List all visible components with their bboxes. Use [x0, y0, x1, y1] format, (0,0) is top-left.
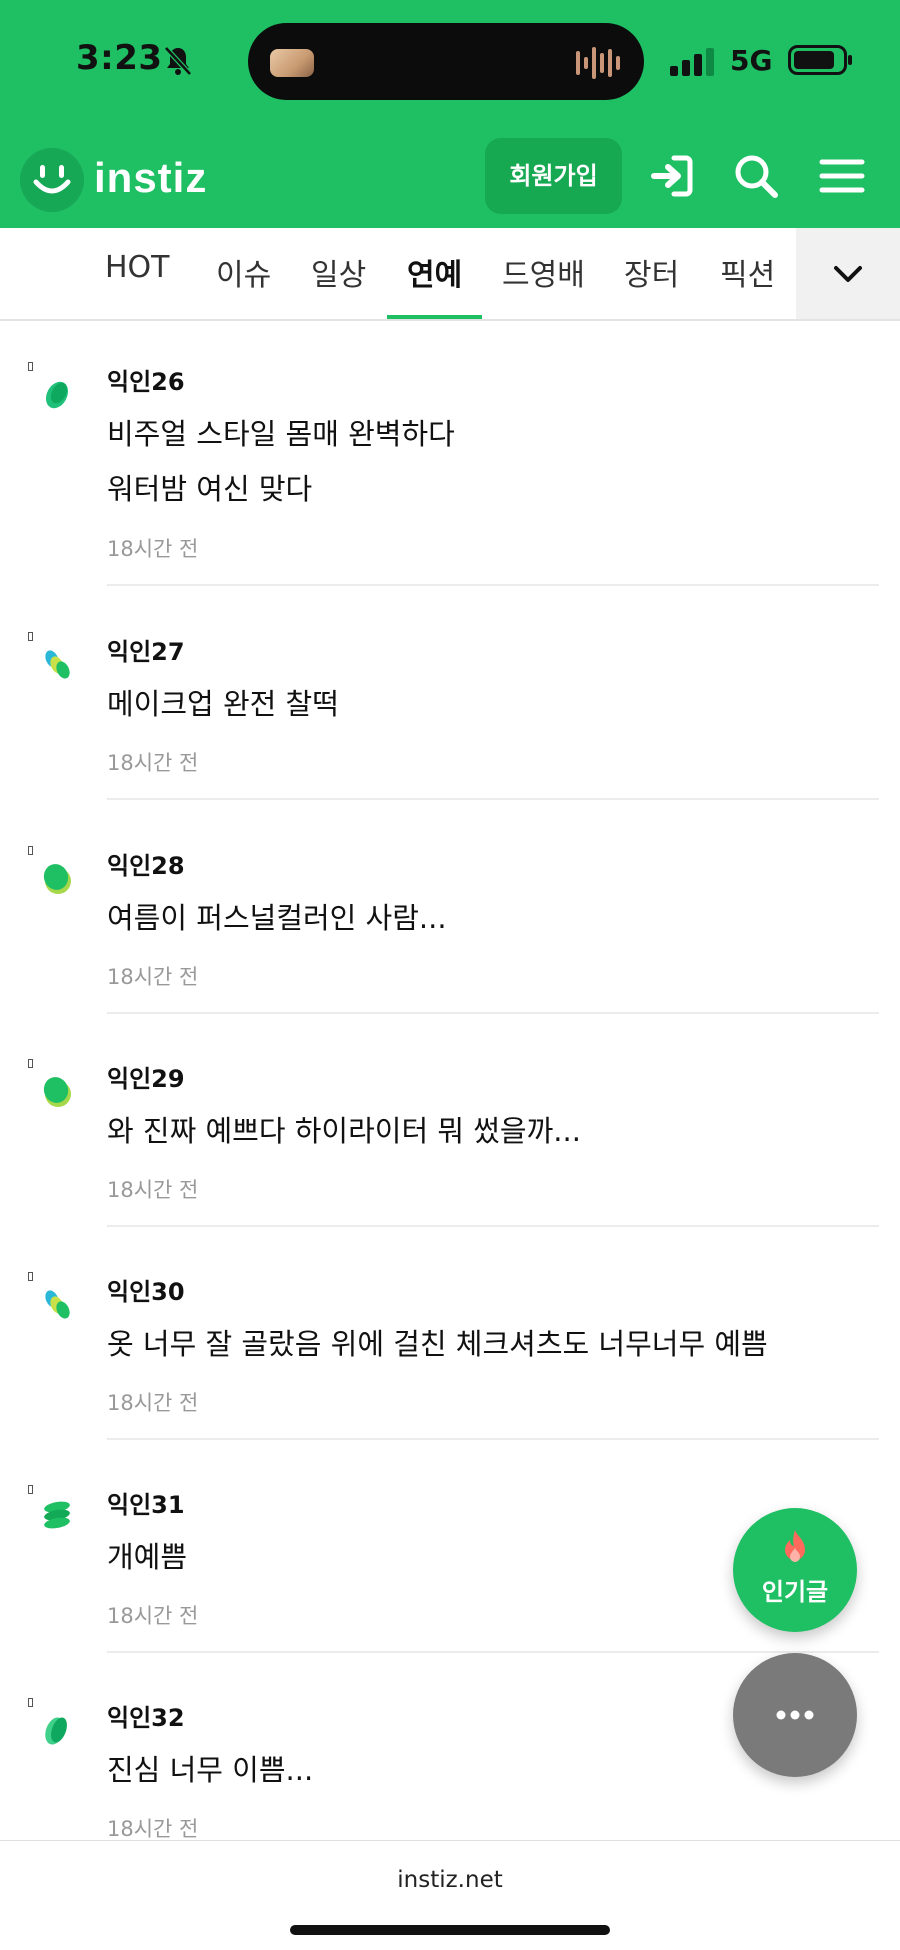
hot-posts-label: 인기글	[761, 1578, 829, 1606]
tab-more-button[interactable]	[796, 228, 900, 319]
comment-text: 여름이 퍼스널컬러인 사람...	[107, 901, 447, 935]
divider	[107, 1438, 879, 1440]
browser-footer: instiz.net	[0, 1840, 900, 1950]
tab-daily[interactable]: 일상	[311, 250, 366, 294]
join-button[interactable]: 회원가입	[485, 138, 622, 214]
tab-hot[interactable]: HOT	[105, 250, 170, 285]
new-marker	[28, 1485, 33, 1494]
comment-time: 18시간 전	[107, 537, 199, 561]
avatar-icon	[45, 650, 70, 679]
divider	[107, 798, 879, 800]
comment-author: 익인29	[107, 1065, 185, 1093]
status-time: 3:23	[76, 38, 163, 78]
active-tab-indicator	[387, 315, 482, 319]
comment-text: 메이크업 완전 찰떡	[107, 687, 339, 721]
new-marker	[28, 1059, 33, 1068]
more-dots-icon	[776, 1710, 814, 1720]
comment-text: 진심 너무 이쁨...	[107, 1753, 314, 1787]
comment-text: 비주얼 스타일 몸매 완벽하다	[107, 417, 455, 451]
comment-time: 18시간 전	[107, 751, 199, 775]
divider	[107, 584, 879, 586]
tab-drama-movie[interactable]: 드영배	[502, 250, 585, 294]
smile-logo-icon	[20, 148, 84, 212]
new-marker	[28, 362, 33, 371]
avatar-icon	[43, 1077, 71, 1107]
avatar-icon	[44, 1501, 70, 1529]
comment-author: 익인30	[107, 1278, 185, 1306]
divider	[107, 1651, 879, 1653]
comment-text: 개예쁨	[107, 1540, 188, 1574]
comment-author: 익인27	[107, 638, 185, 666]
comment-text: 옷 너무 잘 골랐음 위에 걸친 체크셔츠도 너무너무 예쁨	[107, 1327, 768, 1361]
chevron-down-icon	[834, 266, 862, 282]
media-thumbnail	[270, 49, 314, 77]
tab-entertainment[interactable]: 연예	[407, 250, 462, 294]
flame-icon	[785, 1530, 805, 1562]
dynamic-island	[248, 23, 644, 100]
site-domain[interactable]: instiz.net	[0, 1867, 900, 1893]
divider	[107, 1225, 879, 1227]
comment-time: 18시간 전	[107, 965, 199, 989]
avatar-icon	[45, 1717, 67, 1745]
audio-wave-icon	[576, 47, 620, 79]
bell-mute-icon	[164, 46, 192, 76]
comment-text: 와 진짜 예쁘다 하이라이터 뭐 썼을까...	[107, 1114, 581, 1148]
more-options-button[interactable]	[733, 1653, 857, 1777]
tab-issue[interactable]: 이슈	[216, 250, 271, 294]
tab-fiction[interactable]: 픽션	[720, 250, 775, 294]
category-tabs: HOT 이슈 일상 연예 드영배 장터 픽션	[0, 228, 900, 321]
divider	[107, 1012, 879, 1014]
comment-author: 익인28	[107, 852, 185, 880]
comment-text: 워터밤 여신 맞다	[107, 472, 313, 506]
login-icon[interactable]	[644, 148, 700, 204]
search-icon[interactable]	[728, 148, 784, 204]
comment-author: 익인32	[107, 1704, 185, 1732]
hot-posts-button[interactable]: 인기글	[733, 1508, 857, 1632]
top-header: 3:23 5G instiz 회원가입	[0, 0, 900, 228]
comment-time: 18시간 전	[107, 1391, 199, 1415]
comment-author: 익인26	[107, 368, 185, 396]
new-marker	[28, 1272, 33, 1281]
logo-text: instiz	[94, 154, 208, 201]
battery-icon	[788, 45, 852, 75]
comment-time: 18시간 전	[107, 1817, 199, 1841]
signal-icon	[670, 48, 714, 76]
menu-icon[interactable]	[814, 148, 870, 204]
new-marker	[28, 632, 33, 641]
avatar-icon	[45, 1290, 70, 1319]
comment-author: 익인31	[107, 1491, 185, 1519]
avatar-icon	[43, 864, 71, 894]
new-marker	[28, 846, 33, 855]
network-type: 5G	[730, 44, 773, 77]
home-indicator[interactable]	[290, 1925, 610, 1935]
new-marker	[28, 1698, 33, 1707]
comment-time: 18시간 전	[107, 1604, 199, 1628]
comment-time: 18시간 전	[107, 1178, 199, 1202]
avatar-icon	[45, 381, 69, 409]
status-bar: 3:23 5G	[0, 0, 900, 125]
tab-market[interactable]: 장터	[624, 250, 679, 294]
